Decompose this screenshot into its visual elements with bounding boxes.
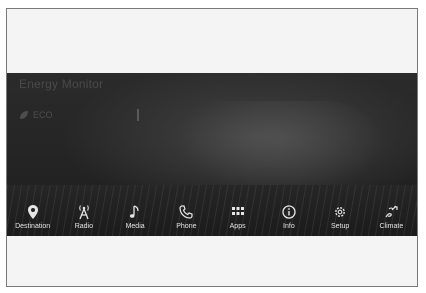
bottom-nav-bar: Destination Radio Media Phone Apps Info … [7, 198, 417, 236]
nav-phone[interactable]: Phone [162, 199, 210, 235]
head-unit-screen: Energy Monitor ECO Destination Radio Med… [7, 73, 417, 236]
nav-media-label: Media [125, 223, 145, 230]
eco-label: ECO [33, 110, 53, 120]
phone-icon [179, 205, 193, 219]
map-pin-icon [27, 205, 38, 219]
nav-phone-label: Phone [176, 223, 197, 230]
nav-apps[interactable]: Apps [214, 199, 262, 235]
nav-radio-label: Radio [74, 223, 94, 230]
leaf-icon [20, 111, 28, 119]
apps-grid-icon [231, 207, 244, 215]
info-icon [282, 205, 296, 219]
antenna-icon [79, 205, 89, 220]
nav-climate-label: Climate [379, 223, 404, 230]
nav-destination-label: Destination [15, 223, 51, 230]
nav-climate[interactable]: Climate [367, 199, 415, 235]
eco-level-bar [137, 109, 139, 121]
gear-icon [335, 207, 346, 217]
nav-destination[interactable]: Destination [9, 199, 57, 235]
nav-radio[interactable]: Radio [60, 199, 108, 235]
nav-setup[interactable]: Setup [316, 199, 364, 235]
vehicle-illustration [177, 101, 387, 196]
eco-indicator: ECO [19, 108, 53, 122]
music-note-icon [130, 205, 139, 218]
screen-title: Energy Monitor [19, 77, 104, 91]
nav-info-label: Info [283, 223, 295, 230]
nav-info[interactable]: Info [265, 199, 313, 235]
nav-apps-label: Apps [229, 223, 246, 230]
nav-setup-label: Setup [330, 223, 350, 230]
climate-icon [385, 205, 398, 218]
nav-media[interactable]: Media [111, 199, 159, 235]
